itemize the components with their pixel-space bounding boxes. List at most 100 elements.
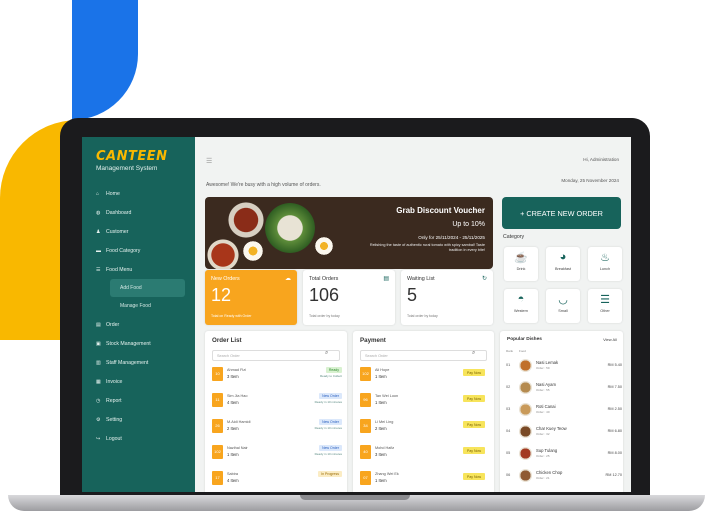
dish-name: Sup Tulang xyxy=(536,448,558,453)
dish-rank: 02 xyxy=(506,385,511,389)
create-new-order-button[interactable]: + CREATE NEW ORDER xyxy=(502,197,621,229)
sidebar-item-report[interactable]: ◷ Report xyxy=(82,391,195,410)
payment-row[interactable]: 102 Ali Hope 1 Item Pay Now xyxy=(360,365,487,385)
popular-dish-row[interactable]: 04 Char Kuey Teow Order : 32 RM 6.80 xyxy=(506,423,623,442)
stat-value: 5 xyxy=(407,285,418,305)
customer-name: Ali Hope xyxy=(375,368,390,372)
dish-name: Nasi Ayam xyxy=(536,382,556,387)
pay-now-button[interactable]: Pay Now xyxy=(462,473,485,480)
pay-now-button[interactable]: Pay Now xyxy=(462,369,485,376)
stat-card-new-orders[interactable]: New Orders ☁ 12 Total on Ready with Orde… xyxy=(205,270,297,325)
hamburger-menu-icon[interactable]: ☰ xyxy=(206,157,212,165)
order-row[interactable]: 26 M.Aidi Hamidi 2 Item New Order Ready in 1… xyxy=(212,417,342,437)
dish-price: RM 6.80 xyxy=(607,429,622,433)
box-icon: ▣ xyxy=(96,340,101,347)
payment-search-input[interactable]: Search Order xyxy=(360,350,487,361)
popular-dish-row[interactable]: 05 Sup Tulang Order : 25 RM 8.00 xyxy=(506,445,623,464)
category-title: Category xyxy=(503,234,525,240)
order-row[interactable]: 11 Sim Jia Hao 4 Item New Order Ready in 10 … xyxy=(212,391,342,411)
sidebar-item-food-category[interactable]: ▬ Food Category xyxy=(82,241,195,260)
category-western[interactable]: ◓ Western xyxy=(504,289,538,323)
sidebar-item-label: Customer xyxy=(106,228,129,235)
sidebar-item-logout[interactable]: ↪ Logout xyxy=(82,429,195,448)
laptop-notch xyxy=(300,495,410,500)
status-badge: Ready xyxy=(325,367,342,373)
search-icon[interactable]: ⌕ xyxy=(325,350,328,357)
food-photo-greens xyxy=(265,203,315,253)
payment-row[interactable]: 40 Mohd Hafiz 3 Item Pay Now xyxy=(360,443,487,463)
pay-now-button[interactable]: Pay Now xyxy=(462,421,485,428)
popular-dishes-panel: Popular Dishes View All Rank Food 01 Nasi… xyxy=(500,331,623,492)
view-all-link[interactable]: View All xyxy=(603,337,617,342)
dish-photo xyxy=(519,359,532,372)
customer-name: Mohd Hafiz xyxy=(375,446,395,450)
sidebar-item-label: Setting xyxy=(106,416,123,423)
stat-subtitle: Total order by today xyxy=(309,314,340,318)
order-row[interactable]: 17 Sabira 4 Item In Progress xyxy=(212,469,342,489)
dish-name: Roti Canai xyxy=(536,404,556,409)
user-icon: ♟ xyxy=(96,228,101,235)
sidebar-item-dashboard[interactable]: ◍ Dashboard xyxy=(82,203,195,222)
category-label: Breakfast xyxy=(554,267,572,271)
popular-dish-row[interactable]: 03 Roti Canai Order : 40 RM 2.50 xyxy=(506,401,623,420)
staff-icon: ▥ xyxy=(96,359,101,366)
popular-dish-row[interactable]: 02 Nasi Ayam Order : 55 RM 7.50 xyxy=(506,379,623,398)
payment-row[interactable]: 96 Tan Wei Loon 1 Item Pay Now xyxy=(360,391,487,411)
payment-title: Payment xyxy=(360,337,386,344)
clipboard-icon: ▤ xyxy=(383,276,389,282)
sidebar-item-invoice[interactable]: ▦ Invoice xyxy=(82,372,195,391)
stat-value: 12 xyxy=(211,285,232,305)
sidebar-item-label: Dashboard xyxy=(106,209,132,216)
sidebar-item-label: Staff Management xyxy=(106,359,149,366)
category-breakfast[interactable]: ◕ Breakfast xyxy=(546,247,580,281)
dish-price: RM 8.00 xyxy=(607,451,622,455)
sidebar-item-customer[interactable]: ♟ Customer xyxy=(82,222,195,241)
sidebar-item-order[interactable]: ▤ Order xyxy=(82,315,195,334)
payment-panel: Payment Search Order ⌕ 102 Ali Hope 1 Item… xyxy=(353,331,494,492)
payment-row[interactable]: 34 Li Mei Ling 2 Item Pay Now xyxy=(360,417,487,437)
sidebar-item-home[interactable]: ⌂ Home xyxy=(82,184,195,203)
order-search-input[interactable]: Search Order xyxy=(212,350,340,361)
rank-column-header: Rank xyxy=(506,349,514,353)
popular-title: Popular Dishes xyxy=(507,337,542,342)
sidebar-item-setting[interactable]: ⚙ Setting xyxy=(82,410,195,429)
dish-name: Char Kuey Teow xyxy=(536,426,567,431)
item-count: 2 Item xyxy=(227,426,239,431)
order-row[interactable]: 10 Ahmad Fizi 3 Item Ready Ready to Collect xyxy=(212,365,342,385)
stat-subtitle: Total on Ready with Order xyxy=(211,314,252,318)
order-row[interactable]: 102 Nazihal Nair 1 Item New Order Ready in 1… xyxy=(212,443,342,463)
promo-banner[interactable]: Grab Discount Voucher Up to 10% Only for… xyxy=(205,197,493,269)
order-number-badge: 10 xyxy=(212,367,223,381)
category-icon: ▬ xyxy=(96,247,101,254)
category-other[interactable]: ☰ Other xyxy=(588,289,622,323)
sidebar-item-stock[interactable]: ▣ Stock Management xyxy=(82,334,195,353)
popular-dish-row[interactable]: 06 Chicken Chop Order : 21 RM 12.70 xyxy=(506,467,623,486)
sidebar-subitem-add-food[interactable]: Add Food xyxy=(110,279,185,297)
status-badge: In Progress xyxy=(318,471,342,477)
refresh-icon: ↻ xyxy=(481,276,487,282)
search-icon[interactable]: ⌕ xyxy=(472,350,475,357)
popular-dish-row[interactable]: 01 Nasi Lemak Order : 59 RM 5.40 xyxy=(506,357,623,376)
category-lunch[interactable]: ♨ Lunch xyxy=(588,247,622,281)
pay-now-button[interactable]: Pay Now xyxy=(462,395,485,402)
payment-row[interactable]: 07 Zhang Wei Ek 1 Item Pay Now xyxy=(360,469,487,489)
sidebar-item-label: Food Menu xyxy=(106,266,133,273)
category-drink[interactable]: ☕ Drink xyxy=(504,247,538,281)
sidebar-item-food-menu[interactable]: ☰ Food Menu xyxy=(82,260,195,279)
dish-photo xyxy=(519,469,532,482)
sidebar-subitem-manage-food[interactable]: Manage Food xyxy=(82,297,195,315)
item-count: 1 Item xyxy=(375,478,387,483)
stat-card-waiting-list[interactable]: Waiting List ↻ 5 Total order by today xyxy=(401,270,493,325)
category-label: Drink xyxy=(516,267,526,271)
sidebar-item-staff[interactable]: ▥ Staff Management xyxy=(82,353,195,372)
noodle-icon: ♨ xyxy=(600,252,610,264)
category-label: Western xyxy=(513,309,529,313)
admin-greeting[interactable]: Hi, Administration xyxy=(583,157,619,162)
stat-card-total-orders[interactable]: Total Orders ▤ 106 Total order by today xyxy=(303,270,395,325)
category-small[interactable]: ◡ Small xyxy=(546,289,580,323)
dish-order-count: Order : 40 xyxy=(536,410,550,414)
item-count: 1 Item xyxy=(375,374,387,379)
home-icon: ⌂ xyxy=(96,190,100,197)
sidebar-item-label: Invoice xyxy=(106,378,123,385)
pay-now-button[interactable]: Pay Now xyxy=(462,447,485,454)
